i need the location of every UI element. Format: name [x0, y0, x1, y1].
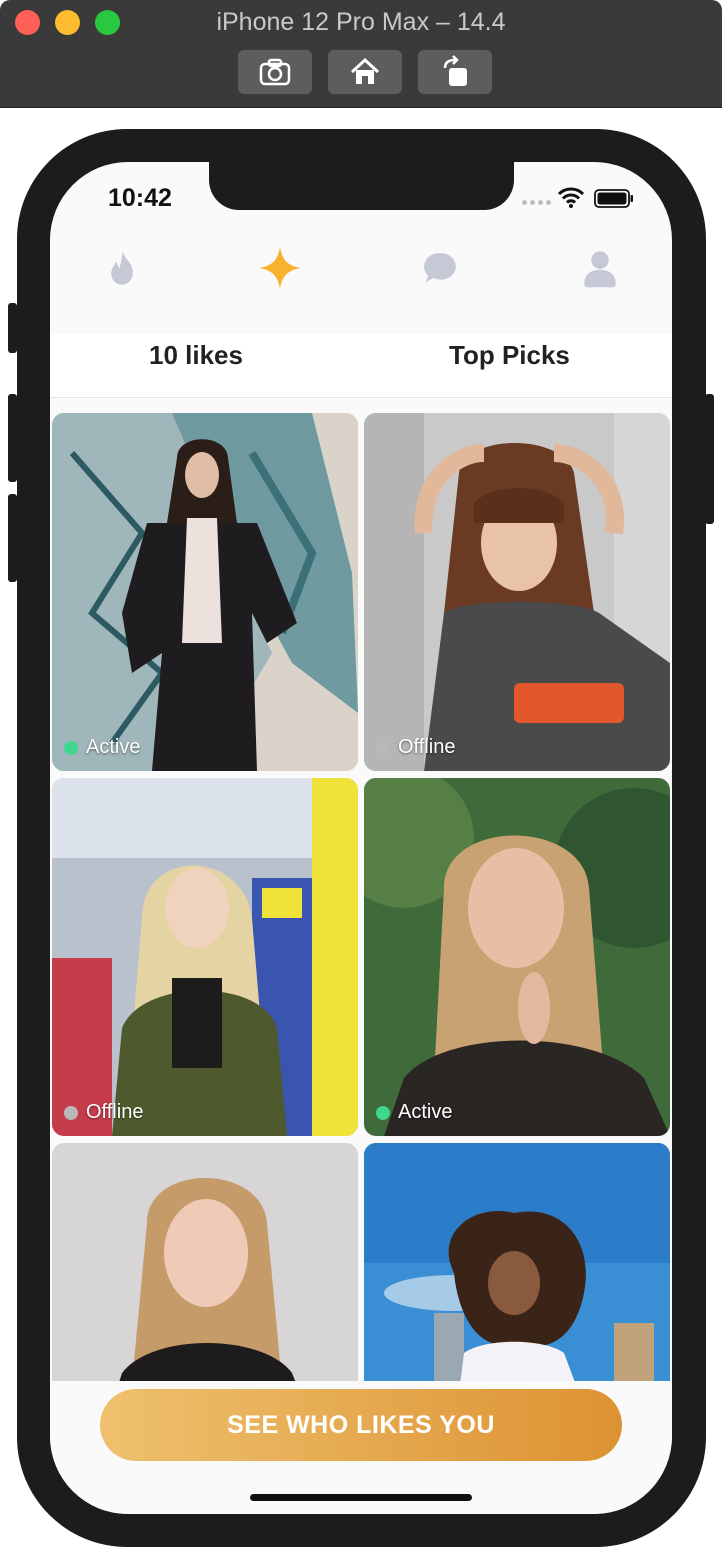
status-label: Active — [398, 1101, 453, 1123]
profile-card[interactable]: Active — [364, 778, 670, 1136]
notch — [209, 162, 514, 210]
home-icon — [350, 57, 380, 84]
status-dot — [64, 1105, 78, 1120]
see-who-likes-you-button[interactable]: SEE WHO LIKES YOU — [100, 1389, 622, 1461]
chat-icon — [424, 253, 456, 283]
rotate-button[interactable] — [418, 50, 492, 94]
mute-switch — [8, 303, 17, 353]
nav-profile[interactable] — [576, 244, 624, 292]
nav-messages[interactable] — [416, 244, 464, 292]
profile-photo — [364, 413, 670, 771]
bottom-bar: SEE WHO LIKES YOU — [50, 1381, 672, 1514]
volume-down-button — [8, 494, 17, 582]
profile-photo — [52, 413, 358, 771]
simulator-titlebar: iPhone 12 Pro Max – 14.4 — [0, 0, 722, 108]
screenshot-button[interactable] — [238, 50, 312, 94]
status-label: Offline — [86, 1101, 144, 1123]
online-status: Offline — [64, 1101, 143, 1124]
phone-screen: 10:42 10 likes Top Picks Active Offline … — [50, 162, 672, 1514]
power-button — [705, 394, 714, 524]
screenshot-icon — [259, 58, 291, 86]
profile-card[interactable]: Offline — [364, 413, 670, 771]
online-status: Offline — [376, 736, 455, 759]
status-dot — [64, 740, 78, 755]
profile-photo — [364, 778, 670, 1136]
profile-card[interactable]: Offline — [52, 778, 358, 1136]
status-dot — [376, 1105, 390, 1120]
likes-tabs: 10 likes Top Picks — [50, 334, 672, 398]
profile-card[interactable]: Active — [52, 413, 358, 771]
nav-likes[interactable] — [256, 244, 304, 292]
simulator-title: iPhone 12 Pro Max – 14.4 — [216, 8, 506, 36]
home-button[interactable] — [328, 50, 402, 94]
tab-likes[interactable]: 10 likes — [149, 340, 243, 371]
tab-top-picks[interactable]: Top Picks — [449, 340, 570, 371]
top-nav — [50, 244, 672, 304]
volume-up-button — [8, 394, 17, 482]
flame-icon — [111, 251, 133, 285]
profile-card[interactable] — [52, 1143, 358, 1381]
cellular-signal-icon — [522, 200, 551, 205]
status-label: Offline — [398, 736, 456, 758]
profile-card[interactable] — [364, 1143, 670, 1381]
sparkle-icon — [259, 247, 301, 289]
status-dot — [376, 740, 390, 755]
status-time: 10:42 — [108, 184, 172, 212]
wifi-icon — [558, 187, 584, 208]
profiles-grid: Active Offline Offline Active — [52, 413, 670, 1381]
online-status: Active — [376, 1101, 452, 1124]
profile-photo — [52, 1143, 358, 1381]
profile-photo — [52, 778, 358, 1136]
nav-discover[interactable] — [98, 244, 146, 292]
online-status: Active — [64, 736, 140, 759]
home-indicator[interactable] — [250, 1494, 472, 1501]
battery-icon — [594, 189, 633, 208]
profile-icon — [584, 251, 616, 288]
status-label: Active — [86, 736, 141, 758]
rotate-icon — [443, 55, 467, 86]
profile-photo — [364, 1143, 670, 1381]
